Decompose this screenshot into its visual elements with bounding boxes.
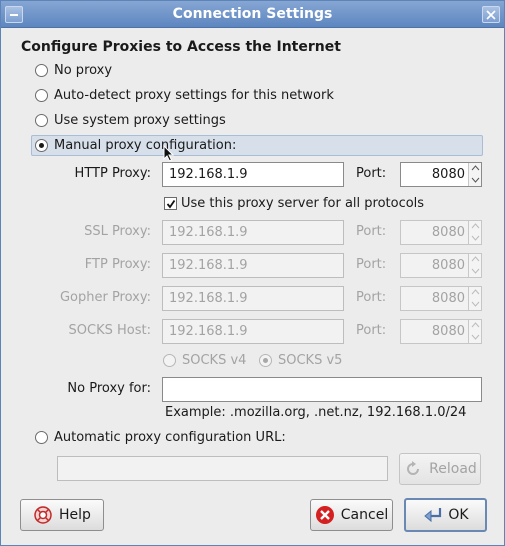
gopher-port-value: 8080 (431, 291, 465, 306)
use-for-all-checkbox-row[interactable]: Use this proxy server for all protocols (164, 194, 424, 212)
auto-proxy-url-input[interactable] (57, 456, 388, 481)
radio-indicator[interactable] (35, 63, 48, 77)
radio-label: SOCKS v4 (182, 352, 247, 368)
ssl-port-label: Port: (356, 224, 387, 239)
ftp-proxy-label: FTP Proxy: (84, 257, 151, 272)
radio-indicator[interactable] (259, 353, 272, 367)
radio-label: Automatic proxy configuration URL: (54, 429, 286, 445)
radio-label: Use system proxy settings (54, 112, 226, 128)
radio-indicator[interactable] (35, 430, 48, 444)
ftp-port-label: Port: (356, 257, 387, 272)
gopher-port-spinner[interactable]: 8080 (400, 286, 482, 311)
http-port-spinner[interactable]: 8080 (400, 162, 482, 187)
spinner-arrows-icon[interactable] (468, 320, 481, 343)
ftp-port-value: 8080 (431, 258, 465, 273)
section-heading: Configure Proxies to Access the Internet (21, 39, 341, 55)
radio-indicator[interactable] (35, 88, 48, 102)
reload-label: Reload (429, 461, 477, 477)
help-button[interactable]: Help (20, 499, 104, 531)
reload-icon (403, 459, 423, 479)
title-bar[interactable]: Connection Settings (1, 1, 504, 28)
use-for-all-checkbox[interactable] (164, 196, 177, 210)
socks-port-spinner[interactable]: 8080 (400, 319, 482, 344)
help-label: Help (59, 507, 91, 523)
cancel-label: Cancel (340, 507, 389, 523)
radio-indicator[interactable] (35, 138, 48, 152)
radio-label: No proxy (54, 62, 113, 78)
spinner-arrows-icon[interactable] (468, 287, 481, 310)
help-icon (33, 505, 53, 525)
socks-host-input[interactable]: 192.168.1.9 (162, 319, 344, 344)
radio-manual-proxy[interactable]: Manual proxy configuration: (35, 135, 236, 155)
ok-icon (422, 505, 442, 525)
radio-label: SOCKS v5 (278, 352, 343, 368)
cancel-button[interactable]: Cancel (310, 499, 393, 531)
radio-socks-v4[interactable]: SOCKS v4 (163, 350, 246, 370)
gopher-proxy-input[interactable]: 192.168.1.9 (162, 286, 344, 311)
gopher-port-label: Port: (356, 290, 387, 305)
ok-label: OK (448, 507, 469, 523)
ssl-proxy-input[interactable]: 192.168.1.9 (162, 220, 344, 245)
radio-no-proxy[interactable]: No proxy (35, 60, 112, 80)
mouse-cursor-icon (163, 145, 175, 162)
ssl-port-spinner[interactable]: 8080 (400, 220, 482, 245)
ftp-port-spinner[interactable]: 8080 (400, 253, 482, 278)
http-port-value: 8080 (431, 167, 465, 182)
socks-port-value: 8080 (431, 324, 465, 339)
reload-button[interactable]: Reload (399, 453, 481, 485)
gopher-proxy-label: Gopher Proxy: (59, 290, 151, 305)
no-proxy-for-label: No Proxy for: (67, 381, 151, 396)
http-proxy-label: HTTP Proxy: (74, 166, 151, 181)
socks-port-label: Port: (356, 323, 387, 338)
ftp-proxy-input[interactable]: 192.168.1.9 (162, 253, 344, 278)
close-icon[interactable] (482, 6, 500, 23)
spinner-arrows-icon[interactable] (468, 254, 481, 277)
radio-indicator[interactable] (35, 113, 48, 127)
radio-auto-proxy-url[interactable]: Automatic proxy configuration URL: (35, 427, 286, 447)
radio-system-proxy[interactable]: Use system proxy settings (35, 110, 226, 130)
cancel-icon (315, 505, 335, 525)
http-port-label: Port: (356, 166, 387, 181)
http-proxy-input[interactable]: 192.168.1.9 (162, 162, 344, 187)
ssl-port-value: 8080 (431, 225, 465, 240)
no-proxy-for-input[interactable] (162, 377, 482, 402)
spinner-arrows-icon[interactable] (468, 221, 481, 244)
radio-socks-v5[interactable]: SOCKS v5 (259, 350, 342, 370)
no-proxy-example: Example: .mozilla.org, .net.nz, 192.168.… (165, 405, 467, 420)
radio-label: Auto-detect proxy settings for this netw… (54, 87, 334, 103)
connection-settings-dialog: Connection Settings Configure Proxies to… (0, 0, 505, 546)
radio-auto-detect[interactable]: Auto-detect proxy settings for this netw… (35, 85, 334, 105)
ok-button[interactable]: OK (404, 498, 487, 532)
use-for-all-label: Use this proxy server for all protocols (181, 195, 425, 211)
window-title: Connection Settings (172, 6, 333, 22)
socks-host-label: SOCKS Host: (68, 323, 151, 338)
spinner-arrows-icon[interactable] (468, 163, 481, 186)
radio-indicator[interactable] (163, 353, 176, 367)
radio-label: Manual proxy configuration: (54, 137, 237, 153)
ssl-proxy-label: SSL Proxy: (84, 224, 151, 239)
